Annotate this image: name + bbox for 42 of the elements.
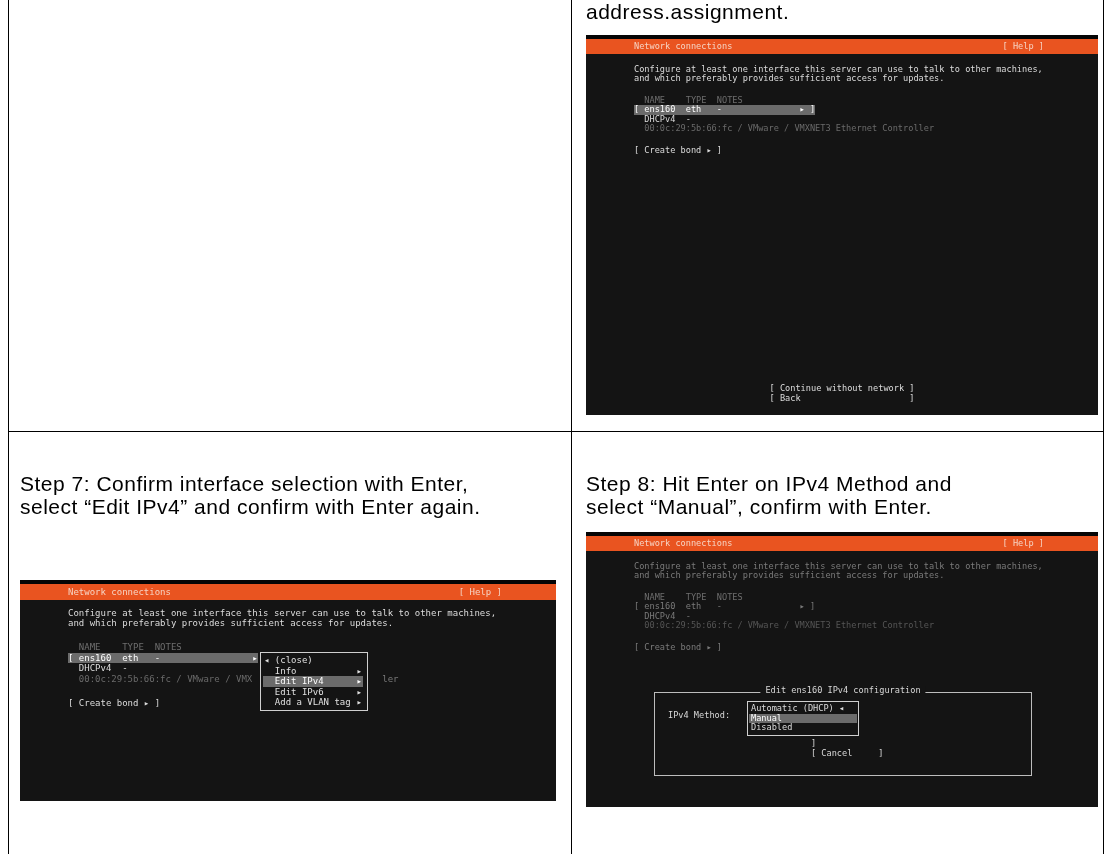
intro-text: Configure at least one interface this server can use to talk to other machines, [634,64,1043,74]
column-header: NAME TYPE NOTES [644,592,743,602]
interface-row[interactable]: [ ens160 eth - ▸ ] [634,602,816,612]
dialog-button[interactable]: ] [811,739,817,749]
dhcp-text: DHCPv4 - [644,611,691,621]
intro-text: Configure at least one interface this server can use to talk to other machines, [634,561,1043,571]
method-label: IPv4 Method: [668,711,731,721]
intro-text: and which preferably provides sufficient access for updates. [634,74,945,84]
dhcp-text: DHCPv4 - [78,663,128,674]
menu-item[interactable]: Edit IPv4 ▸ [263,676,363,687]
footer-button[interactable]: [ Back ] [769,393,915,403]
menu-item[interactable]: Edit IPv6 ▸ [263,686,363,697]
dialog-title: Edit ens160 IPv4 configuration [760,686,926,696]
dialog-button[interactable]: [ Cancel ] [811,748,884,758]
intro-text: and which preferably provides sufficient access for updates. [634,571,945,581]
hardware-text: ler [382,673,399,685]
intro-text: and which preferably provides sufficient access for updates. [68,618,394,629]
menu-item[interactable]: Add a VLAN tag ▸ [263,697,363,708]
column-header: NAME TYPE NOTES [78,642,182,653]
menu-item[interactable]: Info ▸ [263,665,363,676]
create-bond-button[interactable]: [ Create bond ▸ ] [634,146,722,156]
hardware-text: 00:0c:29:5b:66:fc / VMware / VMXNET3 Ethernet Controller [644,621,935,631]
dhcp-text: DHCPv4 - [644,114,691,124]
footer-button[interactable]: [ Continue without network ] [769,384,915,394]
interface-row[interactable]: [ ens160 eth - ▸ [68,652,258,664]
method-option[interactable]: Manual [749,713,857,723]
screen-title: Network connections [634,539,733,549]
screen-title: Network connections [68,587,171,598]
hardware-text: 00:0c:29:5b:66:fc / VMware / VMXNET3 Ethernet Controller [644,124,935,134]
column-header: NAME TYPE NOTES [644,95,743,105]
step-text: Step 7: Confirm interface selection with Enter, select “Edit IPv4” and confirm with Enter again. [20,472,482,518]
method-option[interactable]: Disabled [749,723,857,733]
create-bond-button[interactable]: [ Create bond ▸ ] [634,643,722,653]
create-bond-button[interactable]: [ Create bond ▸ ] [68,697,161,709]
step-text: Step 8: Hit Enter on IPv4 Method and select “Manual”, confirm with Enter. [586,472,953,518]
screen-title: Network connections [634,42,733,52]
step-text: address.assignment. [586,0,791,23]
intro-text: Configure at least one interface this server can use to talk to other machines, [68,607,497,618]
hardware-text: 00:0c:29:5b:66:fc / VMware / VMX [78,673,253,685]
interface-row[interactable]: [ ens160 eth - ▸ ] [634,105,816,115]
method-option[interactable]: Automatic (DHCP) ◂ [749,704,857,714]
menu-item[interactable]: ◂ (close) [263,655,363,666]
